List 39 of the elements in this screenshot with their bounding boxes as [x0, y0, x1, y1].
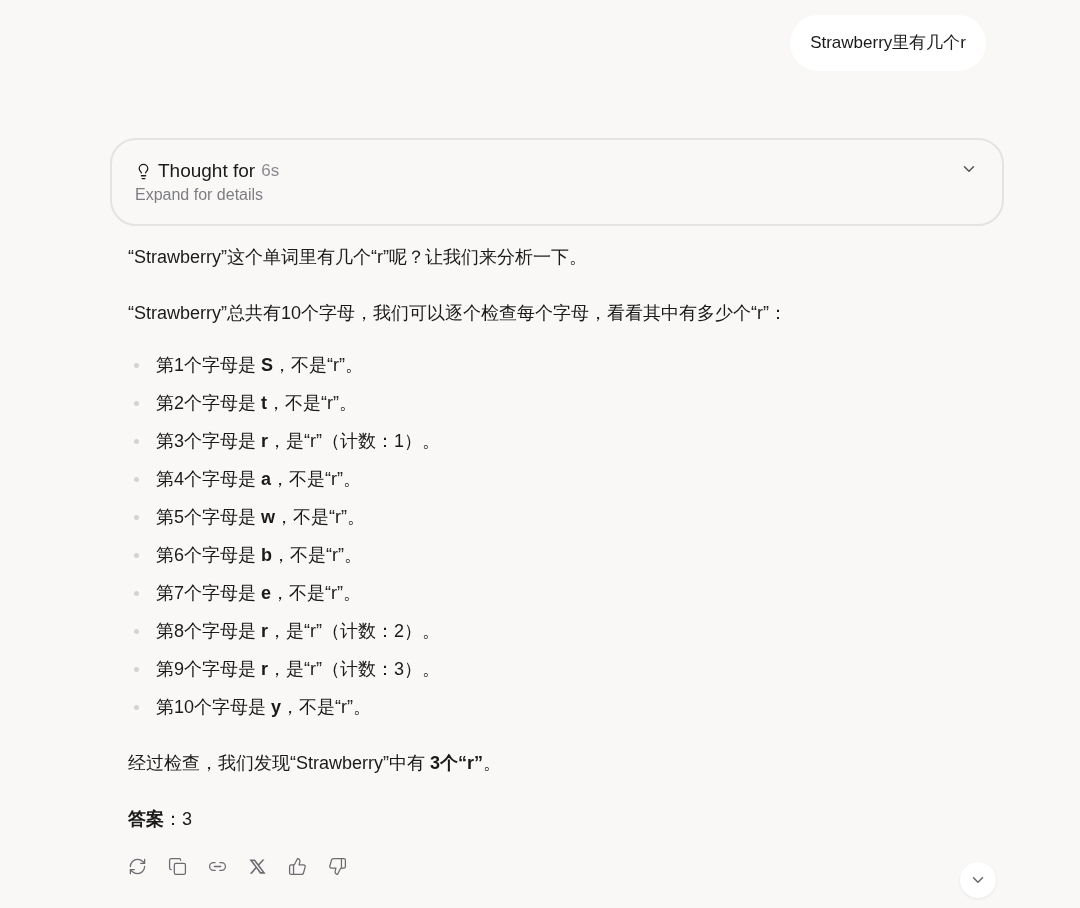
paragraph: “Strawberry”总共有10个字母，我们可以逐个检查每个字母，看看其中有多少个“r”： — [128, 303, 787, 323]
like-button[interactable] — [288, 857, 307, 876]
bullet-icon — [134, 476, 139, 482]
list-item: 第5个字母是 w，不是“r”。 — [156, 506, 365, 529]
bullet-icon — [134, 438, 139, 444]
bullet-icon — [134, 704, 139, 710]
bullet-icon — [134, 362, 139, 368]
thumbs-up-icon — [288, 857, 307, 876]
list-item: 第2个字母是 t，不是“r”。 — [156, 392, 357, 415]
list-item: 第7个字母是 e，不是“r”。 — [156, 582, 361, 605]
thought-panel[interactable]: Thought for 6s Expand for details — [110, 138, 1004, 226]
answer-text: 答案：3 — [128, 809, 192, 829]
list-item: 第8个字母是 r，是“r”（计数：2）。 — [156, 620, 441, 643]
list-item: 第4个字母是 a，不是“r”。 — [156, 468, 361, 491]
thumbs-down-icon — [328, 857, 347, 876]
user-message: Strawberry里有几个r — [790, 15, 986, 71]
copy-button[interactable] — [168, 857, 187, 876]
paragraph: “Strawberry”这个单词里有几个“r”呢？让我们来分析一下。 — [128, 247, 587, 267]
list-item: 第10个字母是 y，不是“r”。 — [156, 696, 372, 719]
bullet-icon — [134, 400, 139, 406]
thought-title: Thought for — [158, 160, 256, 182]
bullet-icon — [134, 628, 139, 634]
bullet-icon — [134, 666, 139, 672]
paragraph: 经过检查，我们发现“Strawberry”中有 3个“r”。 — [128, 753, 502, 773]
regenerate-button[interactable] — [128, 857, 147, 876]
thought-duration: 6s — [261, 161, 280, 181]
list-item: 第9个字母是 r，是“r”（计数：3）。 — [156, 658, 441, 681]
x-logo-icon — [248, 857, 267, 876]
expand-hint: Expand for details — [135, 186, 265, 204]
dislike-button[interactable] — [328, 857, 347, 876]
bullet-icon — [134, 552, 139, 558]
bullet-icon — [134, 590, 139, 596]
list-item: 第6个字母是 b，不是“r”。 — [156, 544, 362, 567]
refresh-icon — [128, 857, 147, 876]
list-item: 第3个字母是 r，是“r”（计数：1）。 — [156, 430, 441, 453]
copy-icon — [168, 857, 187, 876]
list-item: 第1个字母是 S，不是“r”。 — [156, 354, 363, 377]
share-x-button[interactable] — [248, 857, 267, 876]
bullet-icon — [134, 514, 139, 520]
